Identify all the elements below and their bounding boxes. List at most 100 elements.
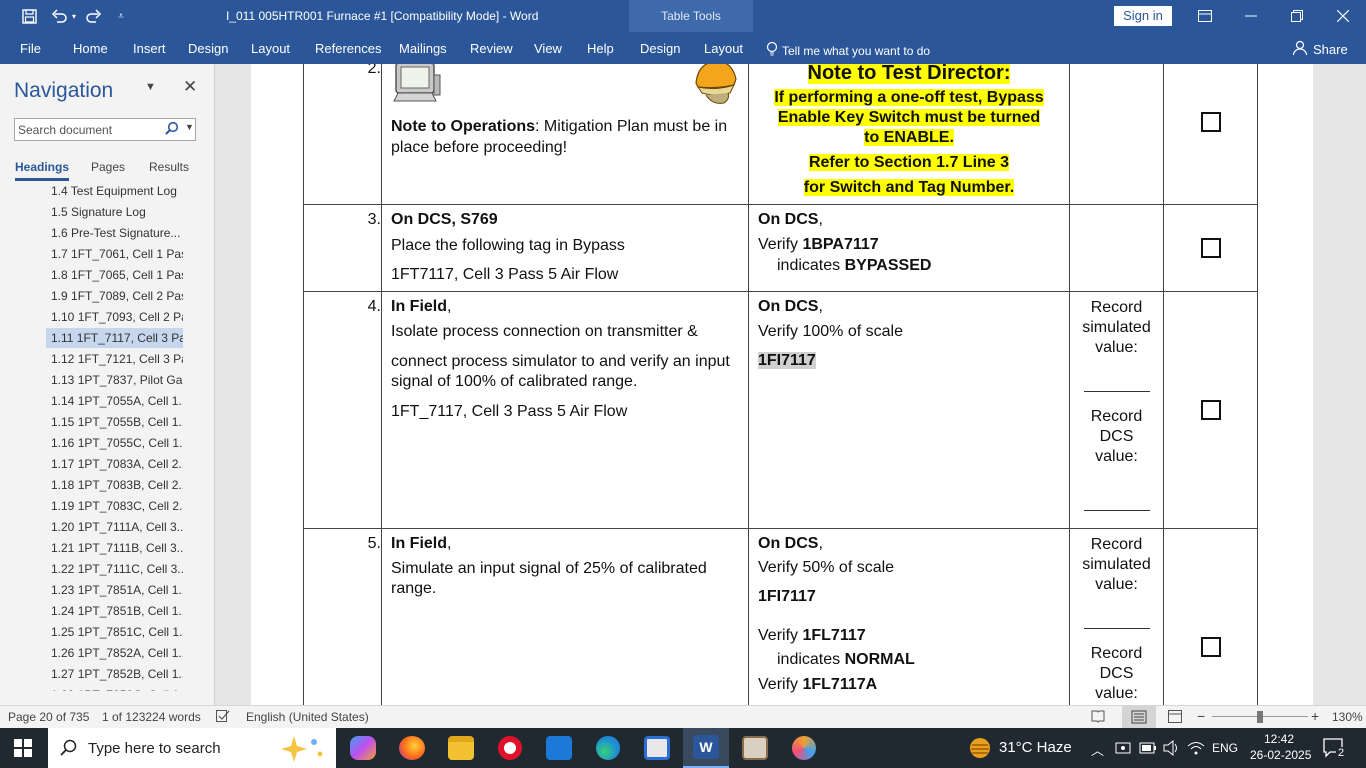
zoom-slider-thumb[interactable] (1257, 711, 1263, 723)
share-button[interactable]: Share (1292, 40, 1348, 59)
tab-layout[interactable]: Layout (251, 41, 290, 56)
checkbox[interactable] (1201, 400, 1221, 420)
nav-heading-item[interactable]: 1.28 1PT_7852C, Cell 1... (46, 685, 183, 691)
snipping-tool-icon[interactable] (634, 728, 680, 768)
windows-start-icon[interactable] (0, 728, 46, 768)
nav-heading-item[interactable]: 1.17 1PT_7083A, Cell 2... (46, 454, 183, 474)
nav-heading-item[interactable]: 1.20 1PT_7111A, Cell 3... (46, 517, 183, 537)
nav-heading-item[interactable]: 1.21 1PT_7111B, Cell 3... (46, 538, 183, 558)
contacts-icon[interactable] (732, 728, 778, 768)
tab-headings[interactable]: Headings (15, 160, 70, 181)
nav-heading-item[interactable]: 1.7 1FT_7061, Cell 1 Pas... (46, 244, 183, 264)
tab-view[interactable]: View (534, 41, 562, 56)
colorful-app-icon[interactable] (781, 728, 827, 768)
checkbox[interactable] (1201, 637, 1221, 657)
checkbox[interactable] (1201, 238, 1221, 258)
close-button[interactable] (1320, 0, 1366, 32)
tab-design[interactable]: Design (188, 41, 228, 56)
director-note-line: If performing a one-off test, Bypass (774, 89, 1044, 106)
taskbar-search[interactable]: Type here to search (48, 728, 336, 768)
tab-mailings[interactable]: Mailings (399, 41, 447, 56)
meet-now-icon[interactable] (1115, 740, 1131, 759)
file-explorer-icon[interactable] (438, 728, 484, 768)
nav-heading-item[interactable]: 1.9 1FT_7089, Cell 2 Pas... (46, 286, 183, 306)
wifi-icon[interactable] (1187, 740, 1205, 759)
nav-heading-item[interactable]: 1.25 1PT_7851C, Cell 1... (46, 622, 183, 642)
nav-heading-item[interactable]: 1.13 1PT_7837, Pilot Ga... (46, 370, 183, 390)
tab-home[interactable]: Home (73, 41, 108, 56)
nav-heading-item[interactable]: 1.16 1PT_7055C, Cell 1... (46, 433, 183, 453)
nav-heading-item[interactable]: 1.24 1PT_7851B, Cell 1... (46, 601, 183, 621)
nav-heading-item[interactable]: 1.8 1FT_7065, Cell 1 Pas... (46, 265, 183, 285)
print-layout-icon[interactable] (1122, 706, 1156, 728)
nav-heading-item[interactable]: 1.23 1PT_7851A, Cell 1... (46, 580, 183, 600)
tab-table-layout[interactable]: Layout (704, 41, 743, 56)
speaker-icon[interactable] (1163, 739, 1181, 759)
read-mode-icon[interactable] (1091, 709, 1105, 726)
search-options-icon[interactable]: ▼ (185, 122, 194, 132)
tell-me-search[interactable]: Tell me what you want to do (766, 41, 930, 60)
copilot-icon[interactable] (340, 728, 386, 768)
save-icon[interactable] (18, 0, 40, 32)
tab-table-design[interactable]: Design (640, 41, 680, 56)
word-count[interactable]: 1 of 123224 words (102, 710, 201, 724)
redo-icon[interactable] (83, 0, 105, 32)
tab-review[interactable]: Review (470, 41, 513, 56)
tab-insert[interactable]: Insert (133, 41, 166, 56)
clock-time[interactable]: 12:42 (1264, 732, 1294, 746)
tab-help[interactable]: Help (587, 41, 614, 56)
undo-icon[interactable] (48, 0, 70, 32)
sign-in-button[interactable]: Sign in (1114, 6, 1172, 26)
input-language[interactable]: ENG (1212, 741, 1238, 755)
zoom-level[interactable]: 130% (1332, 710, 1363, 724)
tab-file[interactable]: File (20, 41, 41, 56)
edge-icon[interactable] (585, 728, 631, 768)
procedure-table: 2. Note to Operations: Mitigation Plan m… (303, 64, 1258, 705)
opera-icon[interactable] (487, 728, 533, 768)
document-page[interactable]: 2. Note to Operations: Mitigation Plan m… (251, 64, 1313, 705)
step-number: 2. (367, 64, 381, 77)
battery-icon[interactable] (1139, 742, 1157, 757)
proofing-icon[interactable] (216, 710, 230, 725)
weather-icon[interactable] (968, 737, 992, 762)
nav-heading-item[interactable]: 1.6 Pre-Test Signature... (46, 223, 183, 243)
minimize-button[interactable] (1228, 0, 1274, 32)
checkbox[interactable] (1201, 112, 1221, 132)
customize-toolbar-icon[interactable]: ⩡ (114, 0, 128, 32)
nav-heading-item[interactable]: 1.12 1FT_7121, Cell 3 Pa... (46, 349, 183, 369)
search-icon[interactable] (165, 121, 179, 138)
status-value: BYPASSED (844, 257, 932, 274)
web-layout-icon[interactable] (1168, 710, 1182, 726)
tab-references[interactable]: References (315, 41, 381, 56)
restore-button[interactable] (1274, 0, 1320, 32)
tab-results[interactable]: Results (149, 160, 189, 174)
ribbon-display-options-icon[interactable] (1182, 0, 1228, 32)
firefox-icon[interactable] (389, 728, 435, 768)
search-input[interactable] (15, 119, 161, 140)
nav-heading-item[interactable]: 1.14 1PT_7055A, Cell 1... (46, 391, 183, 411)
chevron-down-icon[interactable]: ▼ (145, 81, 156, 93)
nav-heading-item[interactable]: 1.10 1FT_7093, Cell 2 Pa... (46, 307, 183, 327)
clock-date[interactable]: 26-02-2025 (1250, 748, 1311, 762)
close-icon[interactable]: ✕ (183, 77, 197, 97)
nav-heading-item[interactable]: 1.5 Signature Log (46, 202, 183, 222)
nav-heading-item[interactable]: 1.18 1PT_7083B, Cell 2... (46, 475, 183, 495)
nav-heading-item[interactable]: 1.27 1PT_7852B, Cell 1... (46, 664, 183, 684)
nav-heading-item[interactable]: 1.4 Test Equipment Log (46, 181, 183, 201)
lightbulb-icon (766, 41, 778, 60)
mail-icon[interactable] (536, 728, 582, 768)
tab-pages[interactable]: Pages (91, 160, 125, 174)
page-count[interactable]: Page 20 of 735 (8, 710, 89, 724)
undo-dropdown-icon[interactable]: ▾ (69, 0, 79, 32)
nav-heading-item[interactable]: 1.19 1PT_7083C, Cell 2... (46, 496, 183, 516)
nav-heading-item[interactable]: 1.15 1PT_7055B, Cell 1... (46, 412, 183, 432)
weather-text[interactable]: 31°C Haze (999, 739, 1072, 756)
chevron-up-icon[interactable]: ︿ (1091, 740, 1104, 759)
zoom-in-icon[interactable]: + (1311, 708, 1319, 724)
language-indicator[interactable]: English (United States) (246, 710, 369, 724)
nav-heading-item[interactable]: 1.11 1FT_7117, Cell 3 Pa... (46, 328, 183, 348)
nav-heading-item[interactable]: 1.22 1PT_7111C, Cell 3... (46, 559, 183, 579)
word-taskbar-icon[interactable]: W (683, 728, 729, 768)
nav-heading-item[interactable]: 1.26 1PT_7852A, Cell 1... (46, 643, 183, 663)
zoom-out-icon[interactable]: − (1197, 708, 1205, 724)
